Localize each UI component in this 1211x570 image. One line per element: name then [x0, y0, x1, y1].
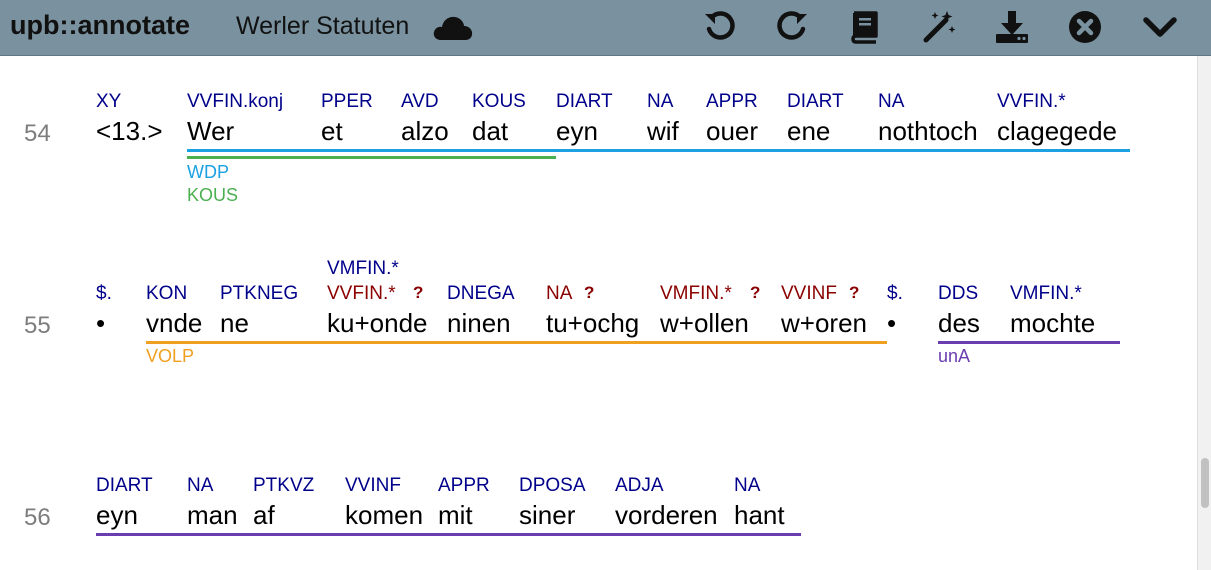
close-button[interactable]: [1063, 5, 1107, 49]
uncertain-flag[interactable]: ?: [849, 283, 859, 303]
token[interactable]: •: [887, 308, 896, 339]
uncertain-flag[interactable]: ?: [584, 283, 594, 303]
annotation-editor: 54 XY <13.> VVFIN.konj Wer PPER et AVD a…: [0, 56, 1197, 570]
pos-tag-error[interactable]: VVINF: [781, 283, 837, 305]
token[interactable]: des: [938, 308, 980, 339]
token[interactable]: hant: [734, 500, 785, 531]
token[interactable]: et: [321, 116, 343, 147]
pos-tag[interactable]: $.: [96, 283, 112, 305]
token[interactable]: af: [253, 500, 275, 531]
cloud-icon[interactable]: [432, 12, 474, 42]
document-title[interactable]: Werler Statuten: [236, 12, 409, 41]
token[interactable]: vnde: [146, 308, 202, 339]
book-icon: [851, 11, 878, 44]
token[interactable]: dat: [472, 116, 508, 147]
line-number: 56: [24, 504, 51, 531]
pos-tag[interactable]: PTKVZ: [253, 475, 314, 497]
annotation-span[interactable]: [96, 533, 801, 536]
token[interactable]: vorderen: [615, 500, 718, 531]
pos-tag[interactable]: VVINF: [345, 475, 401, 497]
pos-tag[interactable]: DNEGA: [447, 283, 515, 305]
pos-tag[interactable]: DIART: [787, 91, 844, 113]
token[interactable]: •: [96, 308, 105, 339]
pos-tag[interactable]: KOUS: [472, 91, 526, 113]
pos-tag[interactable]: VVFIN.*: [997, 91, 1066, 113]
token[interactable]: ne: [220, 308, 249, 339]
documentation-button[interactable]: [842, 5, 886, 49]
token[interactable]: komen: [345, 500, 423, 531]
token[interactable]: eyn: [556, 116, 598, 147]
undo-icon: [705, 11, 735, 40]
annotation-label[interactable]: VOLP: [146, 346, 194, 367]
pos-tag-error[interactable]: NA: [546, 283, 572, 305]
annotation-label[interactable]: KOUS: [187, 185, 238, 206]
token[interactable]: ku+onde: [327, 308, 427, 339]
token[interactable]: clagegede: [997, 116, 1117, 147]
pos-tag-error[interactable]: VMFIN.*: [660, 283, 732, 305]
pos-tag[interactable]: XY: [96, 91, 121, 113]
pos-tag[interactable]: VMFIN.*: [1010, 283, 1082, 305]
download-icon: [996, 11, 1028, 43]
pos-tag[interactable]: PTKNEG: [220, 283, 298, 305]
token[interactable]: mochte: [1010, 308, 1095, 339]
annotation-span-una[interactable]: [938, 341, 1120, 344]
pos-tag[interactable]: VVFIN.konj: [187, 91, 283, 113]
pos-tag[interactable]: NA: [878, 91, 904, 113]
pos-tag[interactable]: ADJA: [615, 475, 664, 497]
token[interactable]: mit: [438, 500, 473, 531]
annotation-label[interactable]: WDP: [187, 162, 229, 183]
token[interactable]: ouer: [706, 116, 758, 147]
token[interactable]: alzo: [401, 116, 449, 147]
vertical-scrollbar[interactable]: [1197, 56, 1211, 570]
redo-button[interactable]: [770, 5, 814, 49]
pos-tag[interactable]: VMFIN.*: [327, 258, 399, 280]
pos-tag[interactable]: APPR: [438, 475, 490, 497]
token[interactable]: w+ollen: [660, 308, 749, 339]
token[interactable]: nothtoch: [878, 116, 978, 147]
token[interactable]: man: [187, 500, 238, 531]
token[interactable]: siner: [519, 500, 575, 531]
auto-annotate-button[interactable]: [916, 5, 960, 49]
pos-tag[interactable]: DIART: [556, 91, 613, 113]
pos-tag[interactable]: NA: [647, 91, 673, 113]
line-number: 54: [24, 120, 51, 147]
token[interactable]: eyn: [96, 500, 138, 531]
pos-tag[interactable]: NA: [187, 475, 213, 497]
scrollbar-thumb[interactable]: [1201, 458, 1209, 508]
annotation-span-volp[interactable]: [146, 341, 887, 344]
annotation-span-kous[interactable]: [187, 156, 556, 159]
menu-expand-button[interactable]: [1138, 5, 1182, 49]
token[interactable]: wif: [647, 116, 679, 147]
token[interactable]: <13.>: [96, 116, 163, 147]
pos-tag[interactable]: KON: [146, 283, 187, 305]
download-button[interactable]: [990, 5, 1034, 49]
annotation-label[interactable]: unA: [938, 346, 970, 367]
pos-tag[interactable]: DPOSA: [519, 475, 586, 497]
pos-tag[interactable]: $.: [887, 283, 903, 305]
line-number: 55: [24, 312, 51, 339]
pos-tag[interactable]: PPER: [321, 91, 373, 113]
pos-tag[interactable]: AVD: [401, 91, 439, 113]
toolbar: upb::annotate Werler Statuten: [0, 0, 1211, 56]
pos-tag[interactable]: NA: [734, 475, 760, 497]
chevron-down-icon: [1143, 17, 1177, 37]
pos-tag-error[interactable]: VVFIN.*: [327, 283, 396, 305]
pos-tag[interactable]: DDS: [938, 283, 978, 305]
token[interactable]: ninen: [447, 308, 511, 339]
undo-button[interactable]: [698, 5, 742, 49]
token[interactable]: Wer: [187, 116, 234, 147]
magic-wand-icon: [923, 11, 956, 43]
pos-tag[interactable]: APPR: [706, 91, 758, 113]
redo-icon: [777, 11, 807, 40]
uncertain-flag[interactable]: ?: [413, 283, 423, 303]
pos-tag[interactable]: DIART: [96, 475, 153, 497]
annotation-span-wdp[interactable]: [187, 149, 1130, 152]
token[interactable]: ene: [787, 116, 830, 147]
app-title: upb::annotate: [10, 10, 190, 40]
token[interactable]: tu+ochg: [546, 308, 639, 339]
close-icon: [1069, 11, 1101, 43]
token[interactable]: w+oren: [781, 308, 867, 339]
uncertain-flag[interactable]: ?: [750, 283, 760, 303]
